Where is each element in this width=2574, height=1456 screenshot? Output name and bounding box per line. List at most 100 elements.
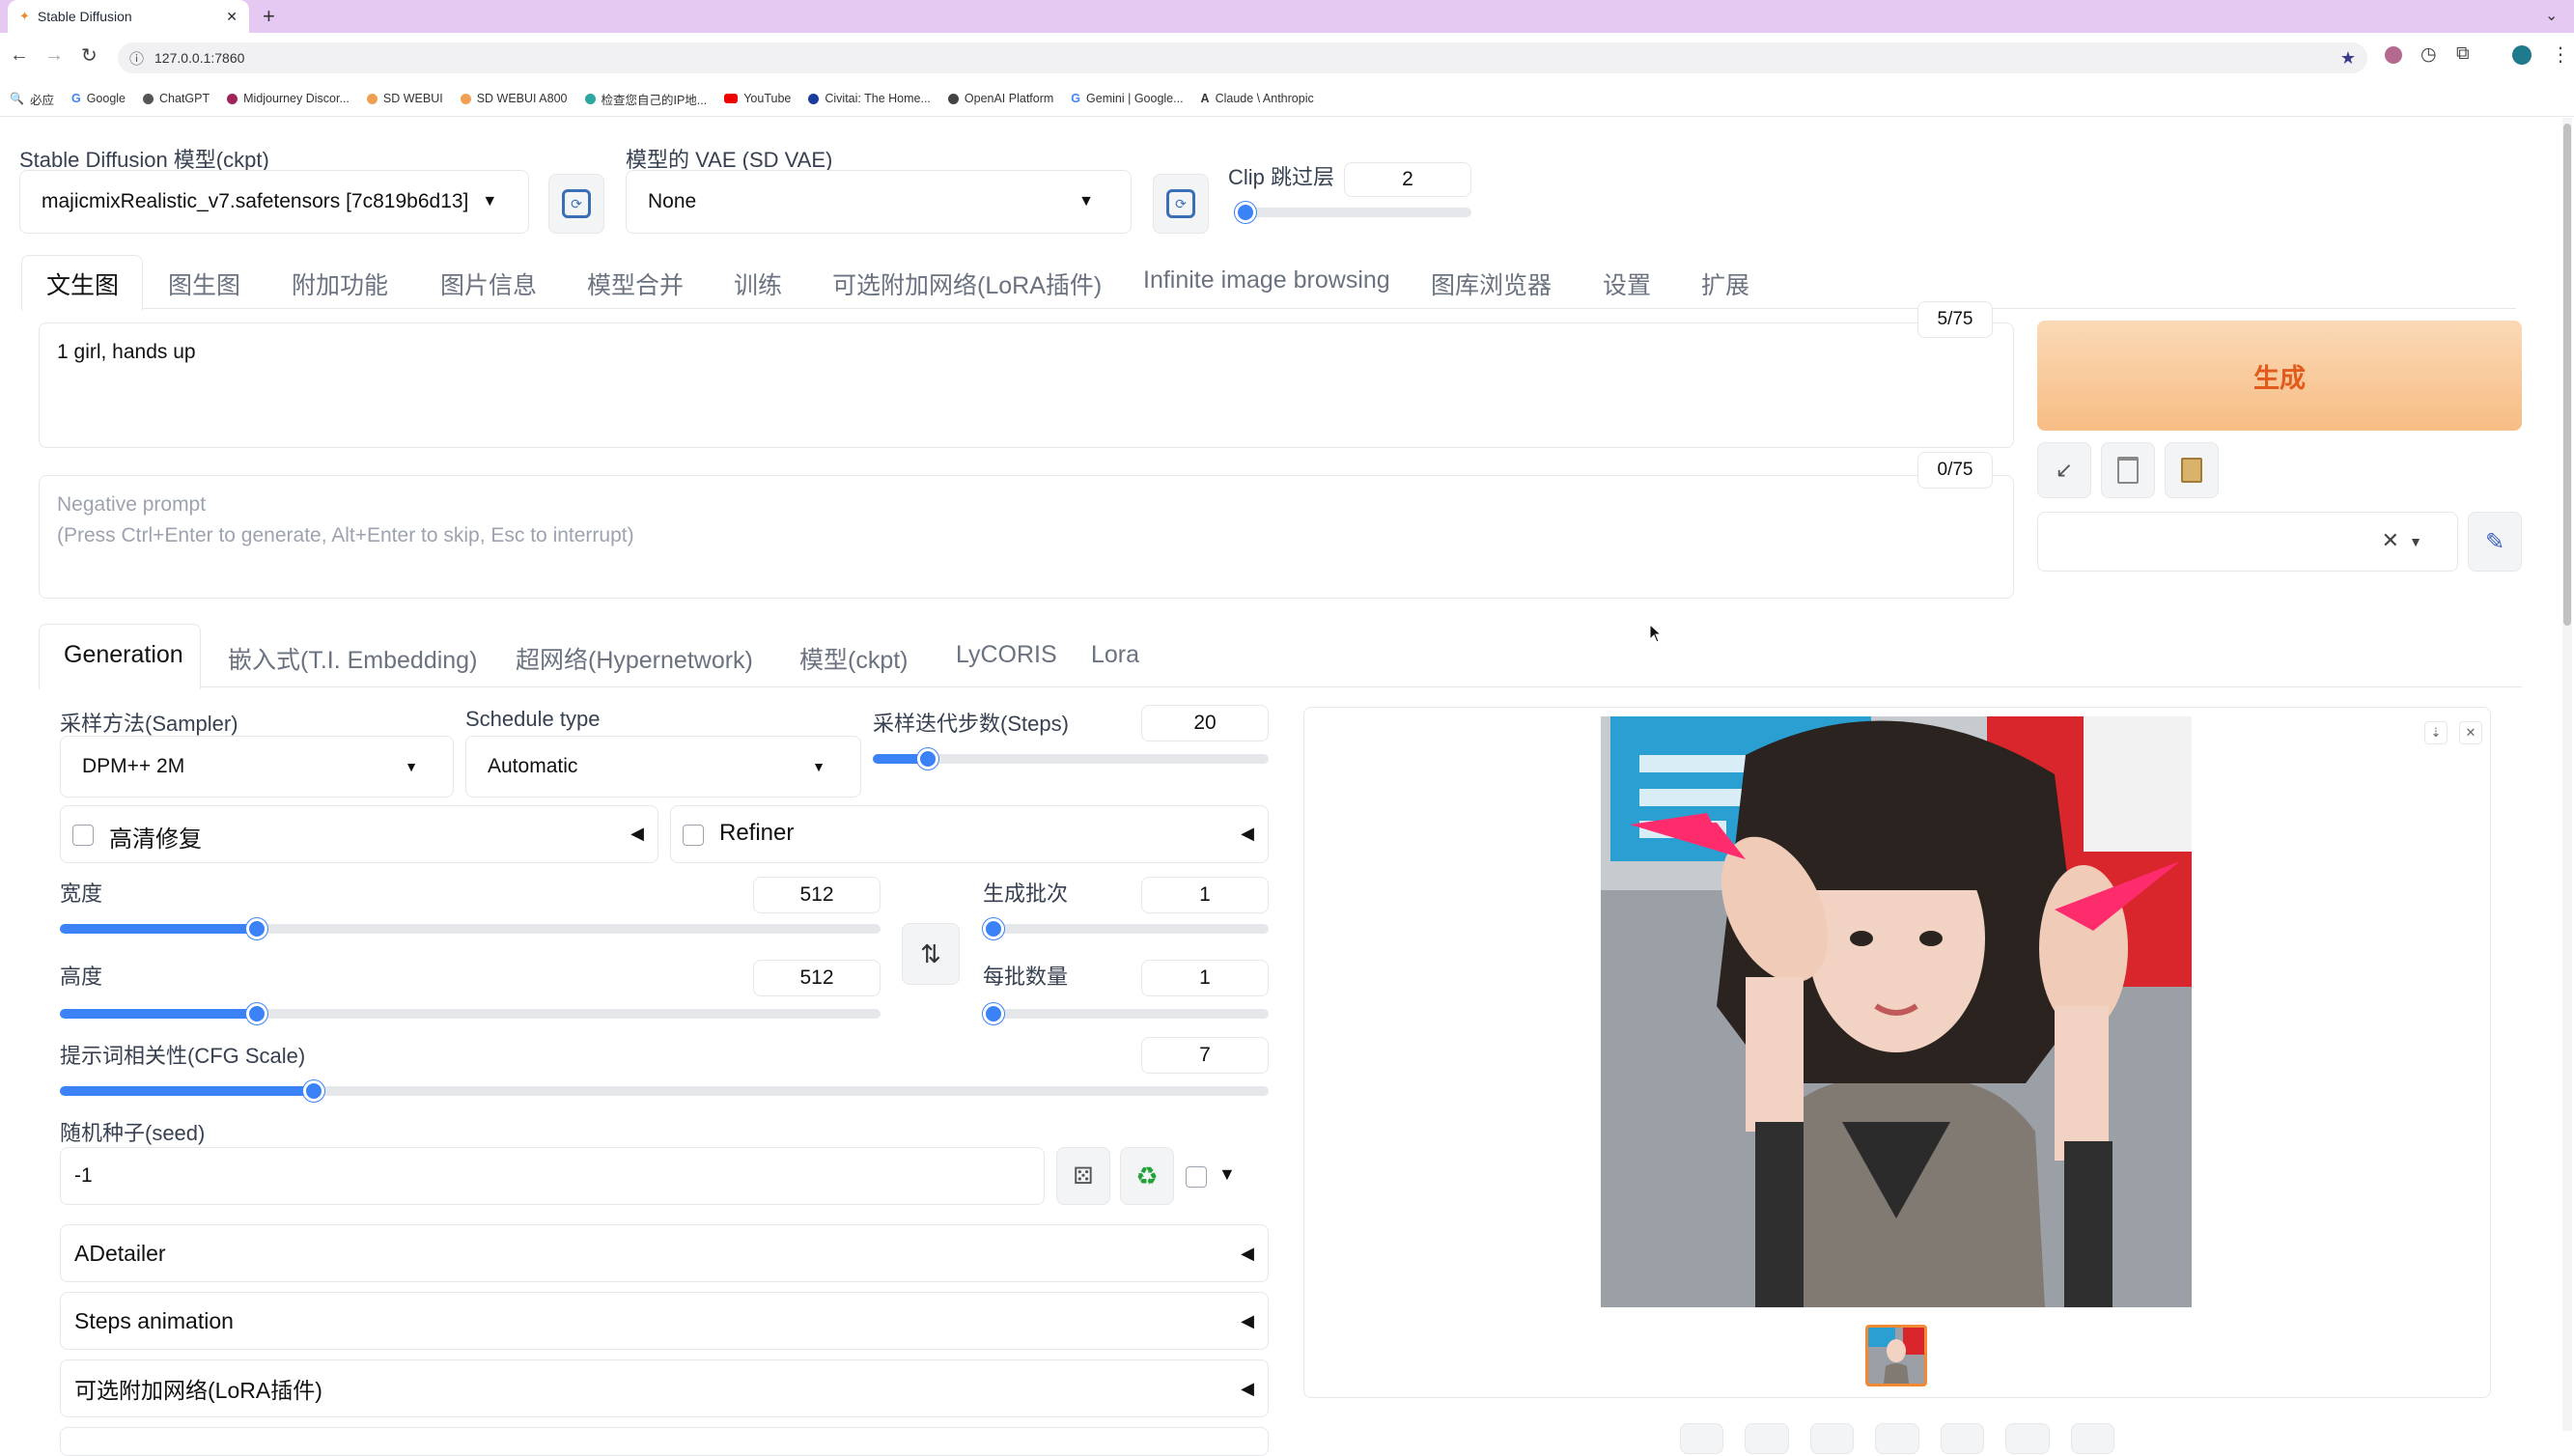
extension-icon[interactable] (2385, 46, 2402, 64)
reload-icon[interactable]: ↻ (81, 43, 98, 68)
tab-lycoris[interactable]: LyCORIS (956, 641, 1057, 669)
refresh-vae-button[interactable]: ⟳ (1153, 174, 1209, 234)
tab-txt2img[interactable]: 文生图 (46, 266, 119, 301)
schedule-type-select[interactable]: Automatic ▼ (465, 736, 861, 798)
gallery-button-6[interactable] (2005, 1423, 2050, 1454)
seed-input[interactable]: -1 (60, 1147, 1045, 1205)
tab-png-info[interactable]: 图片信息 (440, 266, 537, 301)
tab-textual-inversion[interactable]: 嵌入式(T.I. Embedding) (228, 641, 477, 676)
styles-dropdown[interactable]: ✕ ▼ (2037, 512, 2458, 572)
expand-triangle-icon[interactable]: ◀ (630, 824, 644, 844)
tab-infinite-image-browsing[interactable]: Infinite image browsing (1143, 266, 1390, 294)
tab-generation[interactable]: Generation (64, 641, 183, 669)
extensions-puzzle-icon[interactable]: ⧉ (2456, 43, 2470, 65)
extra-seed-checkbox[interactable] (1186, 1166, 1207, 1188)
tab-image-browser[interactable]: 图库浏览器 (1431, 266, 1552, 301)
new-tab-button[interactable]: + (263, 4, 286, 29)
cfg-scale-input[interactable]: 7 (1141, 1037, 1269, 1074)
address-bar[interactable]: ⓘ 127.0.0.1:7860 ★ (118, 42, 2367, 73)
refiner-accordion[interactable]: Refiner ◀ (670, 805, 1269, 863)
tab-hypernetwork[interactable]: 超网络(Hypernetwork) (516, 641, 753, 676)
next-accordion[interactable] (60, 1427, 1269, 1456)
additional-networks-accordion[interactable]: 可选附加网络(LoRA插件) ◀ (60, 1359, 1269, 1417)
steps-input[interactable]: 20 (1141, 705, 1269, 742)
negative-prompt-textarea[interactable]: Negative prompt (Press Ctrl+Enter to gen… (39, 475, 2014, 599)
profile-avatar-icon[interactable] (2512, 45, 2532, 65)
generate-button[interactable]: 生成 (2037, 321, 2522, 431)
bookmark-midjourney[interactable]: Midjourney Discor... (227, 92, 350, 105)
bookmark-bing[interactable]: 🔍 必应 (10, 90, 54, 108)
hires-fix-accordion[interactable]: 高清修复 ◀ (60, 805, 658, 863)
bookmark-claude[interactable]: A Claude \ Anthropic (1201, 92, 1314, 105)
adetailer-accordion[interactable]: ADetailer ◀ (60, 1224, 1269, 1282)
batch-count-slider[interactable] (983, 918, 1269, 939)
menu-icon[interactable]: ⋮ (2551, 42, 2570, 67)
tab-lora[interactable]: Lora (1091, 641, 1139, 669)
page-scrollbar[interactable] (2562, 118, 2572, 1431)
vae-select[interactable]: None ▼ (626, 170, 1132, 234)
hires-fix-checkbox[interactable] (72, 825, 94, 846)
batch-size-slider[interactable] (983, 1003, 1269, 1024)
bookmark-gemini[interactable]: G Gemini | Google... (1071, 92, 1183, 105)
tab-additional-networks[interactable]: 可选附加网络(LoRA插件) (832, 266, 1102, 301)
prompt-textarea[interactable]: 1 girl, hands up (39, 322, 2014, 448)
tab-settings[interactable]: 设置 (1603, 266, 1651, 301)
gallery-button-1[interactable] (1680, 1423, 1724, 1454)
random-seed-button[interactable]: ⚄ (1056, 1147, 1110, 1205)
reuse-seed-button[interactable]: ♻ (1120, 1147, 1174, 1205)
slider-handle[interactable] (246, 918, 267, 939)
gallery-button-3[interactable] (1809, 1423, 1855, 1454)
sampler-select[interactable]: DPM++ 2M ▼ (60, 736, 454, 798)
tab-extras[interactable]: 附加功能 (292, 266, 388, 301)
read-params-button[interactable]: ↙ (2037, 442, 2091, 498)
browser-tab[interactable]: ✦ Stable Diffusion ✕ (8, 0, 249, 33)
history-icon[interactable]: ◷ (2420, 43, 2437, 66)
height-slider[interactable] (60, 1003, 881, 1024)
bookmark-openai[interactable]: OpenAI Platform (947, 92, 1053, 105)
slider-handle[interactable] (246, 1003, 267, 1024)
cfg-scale-slider[interactable] (60, 1080, 1269, 1102)
edit-styles-button[interactable]: ✎ (2468, 512, 2522, 572)
bookmark-star-icon[interactable]: ★ (2340, 48, 2356, 69)
bookmark-ip-check[interactable]: 检查您自己的IP地... (584, 90, 707, 108)
tab-train[interactable]: 训练 (734, 266, 782, 301)
scrollbar-thumb[interactable] (2563, 124, 2571, 626)
slider-handle[interactable] (983, 918, 1004, 939)
refiner-checkbox[interactable] (683, 825, 704, 846)
image-thumbnail[interactable] (1865, 1325, 1927, 1386)
apply-styles-button[interactable] (2165, 442, 2219, 498)
clip-skip-input[interactable]: 2 (1344, 162, 1471, 197)
slider-handle[interactable] (302, 1080, 324, 1102)
batch-size-input[interactable]: 1 (1141, 960, 1269, 996)
tab-checkpoint-merger[interactable]: 模型合并 (587, 266, 684, 301)
tab-img2img[interactable]: 图生图 (168, 266, 240, 301)
site-info-icon[interactable]: ⓘ (129, 48, 144, 69)
bookmark-civitai[interactable]: Civitai: The Home... (808, 92, 931, 105)
slider-handle[interactable] (983, 1003, 1004, 1024)
swap-dimensions-button[interactable]: ⇅ (902, 923, 960, 985)
gallery-button-2[interactable] (1745, 1423, 1789, 1454)
ckpt-select[interactable]: majicmixRealistic_v7.safetensors [7c819b… (19, 170, 529, 234)
bookmark-sd-webui-a800[interactable]: SD WEBUI A800 (460, 92, 568, 105)
width-slider[interactable] (60, 918, 881, 939)
generated-image[interactable] (1601, 716, 2192, 1307)
bookmark-sd-webui[interactable]: SD WEBUI (366, 92, 443, 105)
refresh-ckpt-button[interactable]: ⟳ (548, 174, 604, 234)
forward-icon[interactable]: → (44, 44, 64, 67)
steps-animation-accordion[interactable]: Steps animation ◀ (60, 1292, 1269, 1350)
back-icon[interactable]: ← (10, 44, 29, 67)
steps-slider[interactable] (873, 748, 1269, 770)
tab-extensions[interactable]: 扩展 (1701, 266, 1749, 301)
bookmark-chatgpt[interactable]: ChatGPT (143, 92, 210, 105)
close-tab-icon[interactable]: ✕ (226, 9, 238, 25)
height-input[interactable]: 512 (753, 960, 881, 996)
gallery-button-7[interactable] (2070, 1423, 2114, 1454)
gallery-button-5[interactable] (1940, 1423, 1985, 1454)
width-input[interactable]: 512 (753, 877, 881, 913)
clear-styles-icon[interactable]: ✕ (2382, 528, 2399, 553)
extra-seed-toggle-icon[interactable]: ▼ (1218, 1164, 1236, 1185)
slider-handle[interactable] (917, 748, 939, 770)
download-icon[interactable]: ⇣ (2424, 721, 2448, 744)
gallery-button-4[interactable] (1875, 1423, 1919, 1454)
clear-prompt-button[interactable] (2101, 442, 2155, 498)
